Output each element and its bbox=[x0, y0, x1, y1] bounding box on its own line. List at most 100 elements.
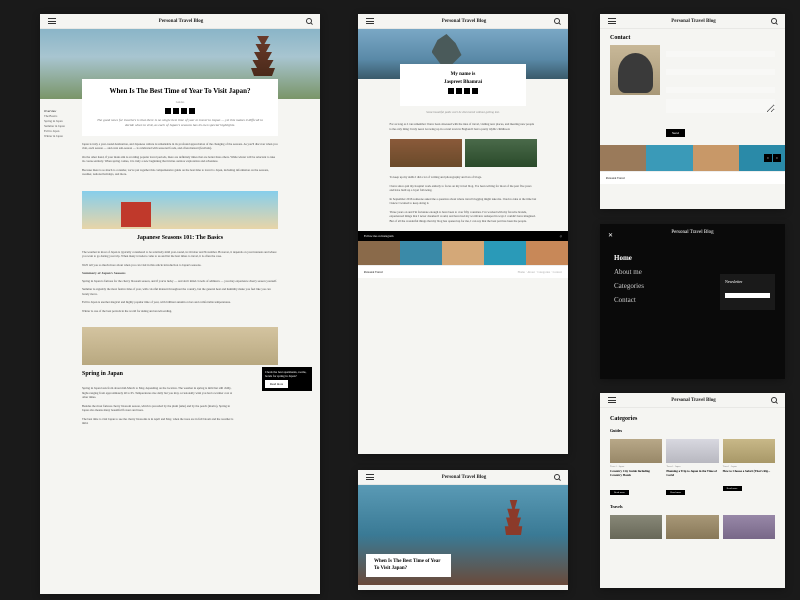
post-card[interactable]: Travel · Japan How to Choose a Safari (T… bbox=[723, 439, 775, 498]
toc-item[interactable]: Winter in Japan bbox=[44, 134, 65, 138]
newsletter-email-input[interactable] bbox=[725, 293, 770, 298]
read-more-button[interactable]: Read more bbox=[723, 486, 742, 491]
article-body: The weather in most of Japan is typicall… bbox=[40, 244, 320, 323]
strip-thumb[interactable] bbox=[693, 145, 739, 171]
about-text: For as long as I can remember I have bee… bbox=[358, 118, 568, 135]
header: Personal Travel Blog bbox=[358, 14, 568, 29]
categories-mockup: Personal Travel Blog Categories Guides T… bbox=[600, 393, 785, 588]
carousel-nav: ‹ › bbox=[764, 154, 781, 162]
youtube-icon[interactable] bbox=[181, 108, 187, 114]
menu-icon[interactable] bbox=[48, 18, 56, 24]
page-title: Categories bbox=[600, 408, 785, 426]
menu-mockup: ✕ Personal Travel Blog Home About me Cat… bbox=[600, 224, 785, 379]
footer-brand: Personal Travel bbox=[364, 270, 383, 274]
toc-item[interactable]: Summer in Japan bbox=[44, 124, 65, 128]
footer: Personal Travel bbox=[600, 171, 785, 184]
toc-item[interactable]: Fall in Japan bbox=[44, 129, 65, 133]
article-title: When Is The Best Time of Year To Visit J… bbox=[90, 87, 270, 96]
article-mockup: Personal Travel Blog Overview The Basics… bbox=[40, 14, 320, 594]
featured-title: When Is The Best Time of Year To Visit J… bbox=[374, 559, 443, 572]
strip-thumb[interactable] bbox=[600, 145, 646, 171]
brand[interactable]: Personal Travel Blog bbox=[442, 19, 487, 24]
insta-thumb[interactable] bbox=[484, 241, 526, 265]
about-image bbox=[390, 139, 462, 167]
header: Personal Travel Blog bbox=[600, 393, 785, 408]
name-input[interactable] bbox=[666, 51, 775, 57]
table-of-contents: Overview The Basics Spring in Japan Summ… bbox=[44, 109, 65, 139]
contact-form: Send bbox=[666, 45, 775, 139]
post-card[interactable] bbox=[666, 515, 718, 541]
about-mockup: Personal Travel Blog My name is Jaspreet… bbox=[358, 14, 568, 454]
strip-thumb[interactable] bbox=[646, 145, 692, 171]
article-card: When Is The Best Time of Year To Visit J… bbox=[82, 79, 278, 136]
page-title: Contact bbox=[600, 29, 785, 45]
header: Personal Travel Blog bbox=[358, 470, 568, 485]
about-heading: My name is bbox=[408, 72, 518, 77]
youtube-icon[interactable] bbox=[464, 88, 470, 94]
post-thumb bbox=[666, 439, 718, 463]
menu-icon[interactable] bbox=[608, 397, 616, 403]
next-icon[interactable]: › bbox=[773, 154, 781, 162]
read-more-button[interactable]: Read more bbox=[610, 490, 629, 495]
hero-image: When Is The Best Time of Year To Visit J… bbox=[358, 485, 568, 585]
featured-card[interactable]: When Is The Best Time of Year To Visit J… bbox=[366, 554, 451, 577]
article-meta: Guides bbox=[90, 100, 270, 104]
post-card[interactable]: Travel · Japan Coventry City Guide Inclu… bbox=[610, 439, 662, 498]
social-row bbox=[408, 88, 518, 94]
menu-icon[interactable] bbox=[608, 18, 616, 24]
subject-input[interactable] bbox=[666, 87, 775, 93]
search-icon[interactable] bbox=[306, 18, 312, 24]
search-icon[interactable] bbox=[771, 18, 777, 24]
brand[interactable]: Personal Travel Blog bbox=[671, 19, 716, 24]
instagram-icon[interactable] bbox=[173, 108, 179, 114]
message-input[interactable] bbox=[666, 99, 775, 113]
post-thumb bbox=[723, 515, 775, 539]
about-text: To keep up my skills I did a lot of writ… bbox=[358, 171, 568, 231]
post-card[interactable] bbox=[610, 515, 662, 541]
insta-thumb[interactable] bbox=[358, 241, 400, 265]
post-card[interactable] bbox=[723, 515, 775, 541]
send-button[interactable]: Send bbox=[666, 129, 685, 137]
facebook-icon[interactable] bbox=[165, 108, 171, 114]
search-icon[interactable] bbox=[771, 397, 777, 403]
photo-strip: ‹ › bbox=[600, 145, 785, 171]
menu-icon[interactable] bbox=[366, 18, 374, 24]
instagram-strip bbox=[358, 241, 568, 265]
facebook-icon[interactable] bbox=[448, 88, 454, 94]
search-icon[interactable] bbox=[554, 18, 560, 24]
about-image bbox=[465, 139, 537, 167]
tagline: Some beautiful paths can't be discovered… bbox=[358, 110, 568, 114]
insta-thumb[interactable] bbox=[442, 241, 484, 265]
insta-thumb[interactable] bbox=[526, 241, 568, 265]
read-more-button[interactable]: Read more bbox=[666, 490, 685, 495]
subheading: Summary of Japan's Seasons bbox=[82, 271, 278, 276]
brand[interactable]: Personal Travel Blog bbox=[671, 398, 716, 403]
toc-item[interactable]: Overview bbox=[44, 109, 65, 113]
instagram-icon[interactable] bbox=[456, 88, 462, 94]
contact-row: Send bbox=[600, 45, 785, 145]
brand[interactable]: Personal Travel Blog bbox=[159, 19, 204, 24]
toc-item[interactable]: Spring in Japan bbox=[44, 119, 65, 123]
linkedin-icon[interactable] bbox=[472, 88, 478, 94]
brand[interactable]: Personal Travel Blog bbox=[442, 475, 487, 480]
prev-icon[interactable]: ‹ bbox=[764, 154, 772, 162]
email-input[interactable] bbox=[666, 69, 775, 75]
post-card[interactable]: Travel · Japan Planning a Trip to Japan … bbox=[666, 439, 718, 498]
newsletter-box: Newsletter bbox=[720, 274, 775, 310]
search-icon[interactable] bbox=[554, 474, 560, 480]
instagram-icon[interactable]: ◇ bbox=[560, 234, 562, 238]
footer: Personal Travel Home · About · Categorie… bbox=[358, 265, 568, 278]
insta-thumb[interactable] bbox=[400, 241, 442, 265]
toc-item[interactable]: The Basics bbox=[44, 114, 65, 118]
menu-icon[interactable] bbox=[366, 474, 374, 480]
read-more-button[interactable]: Read more bbox=[265, 380, 288, 388]
content-image bbox=[82, 327, 278, 365]
contact-photo bbox=[610, 45, 660, 95]
close-icon[interactable]: ✕ bbox=[608, 232, 613, 239]
menu-item-home[interactable]: Home bbox=[614, 251, 771, 265]
home-mockup: Personal Travel Blog When Is The Best Ti… bbox=[358, 470, 568, 590]
category-label: Travels bbox=[600, 502, 785, 511]
linkedin-icon[interactable] bbox=[189, 108, 195, 114]
section-heading: Japanese Seasons 101: The Basics bbox=[40, 235, 320, 241]
post-grid: Travel · Japan Coventry City Guide Inclu… bbox=[600, 435, 785, 502]
